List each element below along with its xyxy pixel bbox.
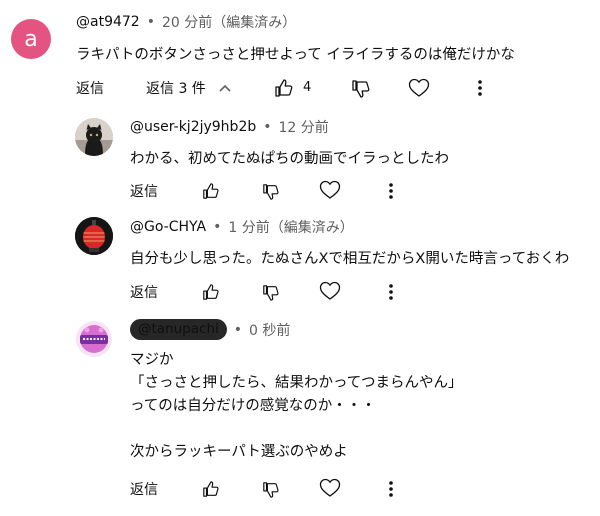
- heart-icon[interactable]: [319, 179, 341, 201]
- comment-line: ってのは自分だけの感覚なのか・・・: [130, 398, 376, 414]
- comment-meta: @Go-CHYA • 1 分前（編集済み）: [130, 217, 354, 237]
- more-options-icon[interactable]: [380, 478, 402, 500]
- comment-line: 「さっさと押したら、結果わかってつまらんやん」: [130, 375, 463, 391]
- comment-line: マジか: [130, 352, 174, 368]
- dislike-icon[interactable]: [260, 181, 282, 203]
- reply-button[interactable]: 返信: [130, 181, 158, 201]
- like-icon[interactable]: [200, 478, 222, 500]
- comment-actions: 返信: [130, 477, 158, 501]
- separator-dot: •: [213, 219, 222, 235]
- comment-meta: @at9472 • 20 分前（編集済み）: [76, 12, 296, 32]
- comment-author[interactable]: @Go-CHYA: [130, 219, 206, 235]
- heart-icon[interactable]: [319, 477, 341, 499]
- dislike-icon[interactable]: [260, 282, 282, 304]
- avatar[interactable]: [75, 118, 113, 156]
- comment-meta: @user-kj2jy9hb2b • 12 分前: [130, 117, 329, 137]
- comment-line: [130, 418, 462, 441]
- like-icon[interactable]: [200, 180, 222, 202]
- avatar[interactable]: [75, 217, 113, 255]
- comment-text: 自分も少し思った。たぬさんXで相互だからX開いた時言っておくわ: [130, 251, 570, 267]
- chevron-up-icon: [218, 83, 232, 93]
- comment-meta: @tanupachi • 0 秒前: [130, 319, 290, 340]
- avatar[interactable]: a: [11, 19, 51, 59]
- like-icon[interactable]: [200, 281, 222, 303]
- comment-actions: 返信: [76, 76, 104, 100]
- separator-dot: •: [146, 14, 155, 30]
- comment-line: 次からラッキーパト選ぶのやめよ: [130, 444, 348, 460]
- comment-time[interactable]: 20 分前（編集済み）: [162, 12, 296, 32]
- comment-actions: 返信: [130, 280, 158, 304]
- comment-time[interactable]: 1 分前（編集済み）: [228, 217, 353, 237]
- heart-icon[interactable]: [408, 77, 430, 99]
- owner-handle-badge[interactable]: @tanupachi: [130, 319, 227, 340]
- reply-comment: @Go-CHYA • 1 分前（編集済み） 自分も少し思った。たぬさんXで相互だ…: [0, 205, 600, 305]
- comment-author[interactable]: @user-kj2jy9hb2b: [130, 119, 256, 135]
- avatar-letter: a: [24, 26, 38, 52]
- comment-text: ラキパトのボタンさっさと押せよって イライラするのは俺だけかな: [76, 47, 515, 63]
- comment-time[interactable]: 0 秒前: [249, 320, 290, 340]
- heart-icon[interactable]: [319, 280, 341, 302]
- reply-comment: @tanupachi • 0 秒前 マジか 「さっさと押したら、結果わかってつま…: [0, 305, 600, 516]
- comment-actions: 返信: [130, 179, 158, 203]
- avatar[interactable]: [75, 320, 113, 358]
- comment-author[interactable]: @at9472: [76, 14, 140, 30]
- replies-toggle[interactable]: 返信 3 件: [146, 76, 232, 100]
- reply-button[interactable]: 返信: [76, 78, 104, 98]
- dislike-icon[interactable]: [350, 78, 372, 100]
- more-options-icon[interactable]: [469, 77, 491, 99]
- comment-time[interactable]: 12 分前: [279, 117, 329, 137]
- replies-count-label: 返信 3 件: [146, 81, 206, 97]
- reply-button[interactable]: 返信: [130, 479, 158, 499]
- comment-text: わかる、初めてたぬぱちの動画でイラっとしたわ: [130, 151, 449, 167]
- reply-button[interactable]: 返信: [130, 282, 158, 302]
- reply-comment: @user-kj2jy9hb2b • 12 分前 わかる、初めてたぬぱちの動画で…: [0, 110, 600, 205]
- like-icon[interactable]: [273, 77, 295, 99]
- separator-dot: •: [233, 321, 243, 338]
- separator-dot: •: [263, 119, 272, 135]
- like-count: 4: [303, 80, 312, 95]
- dislike-icon[interactable]: [260, 479, 282, 501]
- more-options-icon[interactable]: [380, 180, 402, 202]
- more-options-icon[interactable]: [380, 281, 402, 303]
- comment-text: マジか 「さっさと押したら、結果わかってつまらんやん」 ってのは自分だけの感覚な…: [130, 349, 462, 464]
- comment-thread: a @at9472 • 20 分前（編集済み） ラキパトのボタンさっさと押せよっ…: [0, 0, 600, 110]
